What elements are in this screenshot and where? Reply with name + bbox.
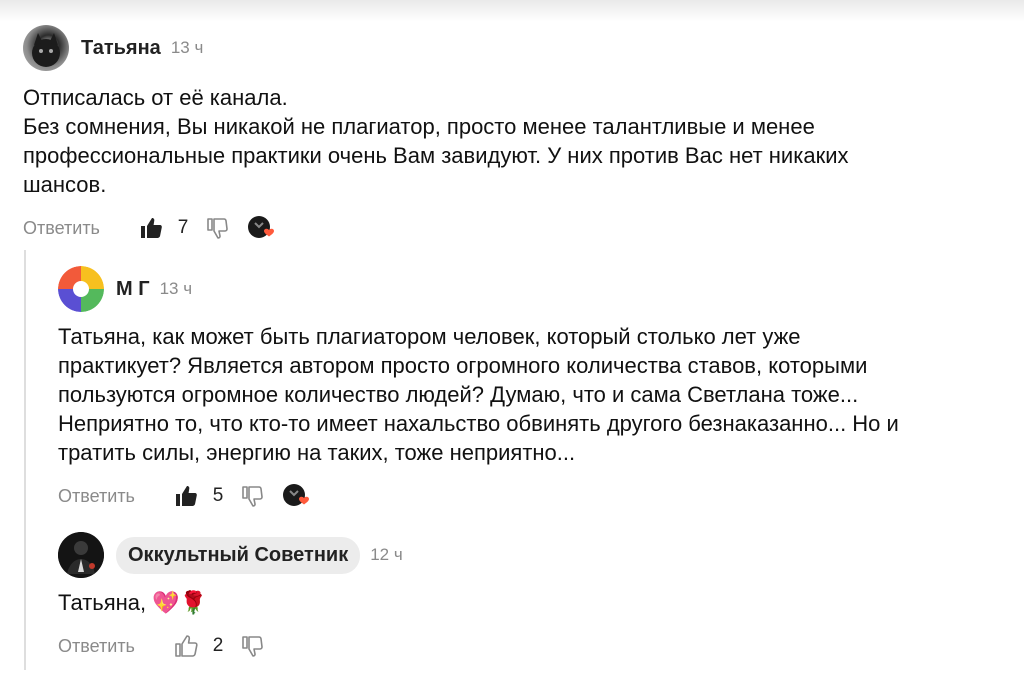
reply-button[interactable]: Ответить [58, 636, 174, 657]
like-count: 5 [212, 485, 224, 506]
thumbs-down-icon[interactable] [205, 216, 229, 240]
author-heart-badge-icon [247, 215, 277, 241]
comment-text: Отписалась от её канала. Без сомнения, В… [23, 85, 849, 197]
comment-actions: Ответить 7 [23, 213, 1003, 243]
reply-button[interactable]: Ответить [58, 486, 174, 507]
comment-actions: Ответить 5 [58, 481, 1008, 511]
comment-text-body: Татьяна, [58, 590, 153, 615]
top-shadow [0, 0, 1024, 22]
thread-line [24, 250, 26, 670]
comment-1: Татьяна 13 ч Отписалась от её канала. Бе… [23, 25, 1003, 243]
like-count: 7 [177, 217, 189, 238]
author-name[interactable]: Татьяна [81, 37, 161, 60]
suited-figure-avatar-icon [58, 532, 104, 578]
thumbs-down-icon[interactable] [240, 484, 264, 508]
cat-avatar-icon [32, 33, 60, 67]
avatar[interactable] [58, 532, 104, 578]
comment-text: Татьяна, как может быть плагиатором чело… [58, 324, 899, 465]
heart-rose-emoji: 💖🌹 [152, 590, 208, 615]
multicolor-avatar-icon [58, 266, 104, 312]
avatar[interactable] [23, 25, 69, 71]
comment-text: Татьяна, 💖🌹 [58, 588, 1008, 617]
timestamp: 13 ч [170, 38, 204, 57]
like-count: 2 [212, 635, 224, 656]
reply-button[interactable]: Ответить [23, 218, 139, 239]
comment-actions: Ответить 2 [58, 631, 1008, 661]
thumbs-down-icon[interactable] [240, 634, 264, 658]
thumbs-up-icon[interactable] [139, 216, 163, 240]
timestamp: 13 ч [159, 279, 193, 298]
author-name[interactable]: М Г [116, 278, 150, 301]
comment-header: М Г 13 ч [58, 266, 1008, 312]
author-heart-badge-icon [282, 483, 312, 509]
timestamp: 12 ч [370, 545, 403, 564]
comment-2: М Г 13 ч Татьяна, как может быть плагиат… [58, 266, 1008, 511]
comment-header: Оккультный Советник 12 ч [58, 532, 1008, 578]
avatar[interactable] [58, 266, 104, 312]
comment-3: Оккультный Советник 12 ч Татьяна, 💖🌹 Отв… [58, 532, 1008, 661]
thumbs-up-icon[interactable] [174, 634, 198, 658]
author-name[interactable]: Оккультный Советник [116, 536, 361, 574]
comment-header: Татьяна 13 ч [23, 25, 1003, 71]
thumbs-up-icon[interactable] [174, 484, 198, 508]
